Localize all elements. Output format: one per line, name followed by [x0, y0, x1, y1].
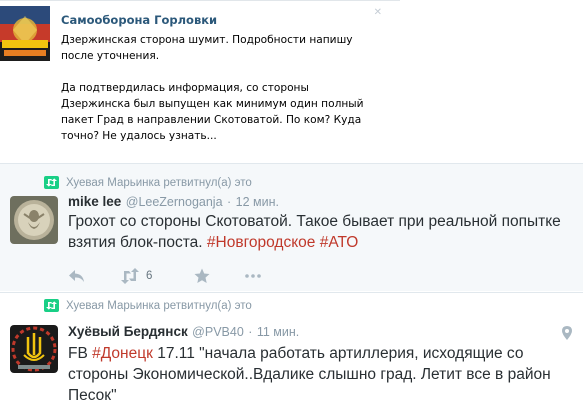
tweet-text: Грохот со стороны Скотоватой. Такое быва… [68, 211, 573, 253]
post-body: Дзержинская сторона шумит. Подробности н… [61, 32, 379, 144]
user-avatar[interactable] [10, 325, 58, 373]
user-handle[interactable]: @PVB40 [192, 325, 244, 339]
tweet-text-body: Грохот со стороны Скотоватой. Такое быва… [68, 213, 561, 251]
hashtag-link[interactable]: #АТО [320, 234, 359, 251]
post-close-icon[interactable]: ✕ [374, 7, 382, 18]
retweeter-label[interactable]: Хуевая Марьинка ретвитнул(а) это [66, 298, 252, 314]
user-avatar[interactable] [10, 196, 58, 244]
tweet-text-prefix: FB [68, 345, 93, 362]
retweeter-label[interactable]: Хуевая Марьинка ретвитнул(а) это [66, 175, 252, 191]
tweet[interactable]: Хуевая Марьинка ретвитнул(а) это mike le… [0, 163, 583, 291]
tweet-timestamp[interactable]: 11 мин. [257, 325, 299, 339]
post-paragraph: Да подтвердилась информация, со стороны … [61, 82, 364, 142]
hashtag-link[interactable]: #Донецк [92, 345, 153, 362]
vk-post: Самооборона Горловки ✕ Дзержинская сторо… [0, 0, 400, 162]
separator-dot: · [227, 195, 232, 209]
location-pin-icon[interactable] [562, 326, 572, 340]
retweet-icon [44, 176, 59, 189]
tweet-timestamp[interactable]: 12 мин. [236, 195, 279, 209]
tweet[interactable]: Хуевая Марьинка ретвитнул(а) это Хуёвый … [0, 292, 583, 409]
retweet-icon [44, 299, 59, 312]
separator-dot: · [248, 325, 253, 339]
user-name[interactable]: mike lee [68, 194, 121, 209]
tweet-text: FB #Донецк 17.11 "начала работать артилл… [68, 343, 573, 406]
retweet-button[interactable]: 6 [120, 268, 160, 286]
tweet-header: Хуёвый Бердянск @PVB40 · 11 мин. [68, 324, 299, 340]
reply-button[interactable] [68, 268, 86, 286]
tweet-header: mike lee @LeeZernoganja · 12 мин. [68, 194, 279, 210]
hashtag-link[interactable]: #Новгородское [207, 234, 316, 251]
community-avatar[interactable] [0, 6, 50, 61]
more-options-button[interactable] [244, 268, 262, 286]
retweet-count: 6 [146, 270, 153, 282]
post-author-link[interactable]: Самооборона Горловки [61, 13, 217, 27]
user-handle[interactable]: @LeeZernoganja [126, 195, 223, 209]
post-paragraph: Дзержинская сторона шумит. Подробности н… [61, 34, 353, 62]
tweet-actions: 6 [68, 268, 268, 286]
favorite-button[interactable] [194, 268, 210, 286]
user-name[interactable]: Хуёвый Бердянск [68, 324, 188, 339]
